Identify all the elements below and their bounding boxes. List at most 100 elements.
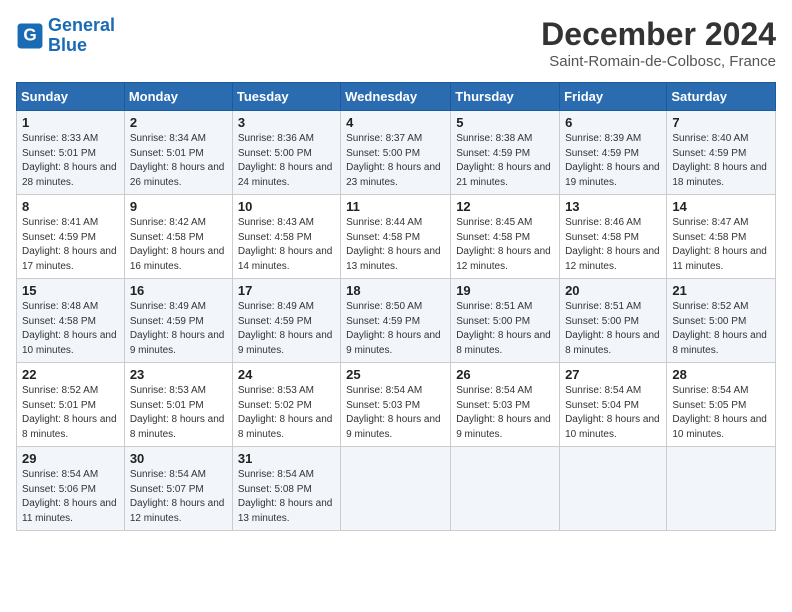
day-number: 31 (238, 451, 335, 466)
cell-details: Sunrise: 8:52 AMSunset: 5:00 PMDaylight:… (672, 300, 770, 358)
calendar-week-2: 8Sunrise: 8:41 AMSunset: 4:59 PMDaylight… (17, 195, 776, 279)
day-number: 25 (346, 367, 445, 382)
calendar-week-1: 1 Sunrise: 8:33 AMSunset: 5:01 PMDaylight… (17, 111, 776, 195)
cell-details: Sunrise: 8:36 AMSunset: 5:00 PMDaylight:… (238, 132, 335, 190)
calendar-cell: 23 Sunrise: 8:53 AMSunset: 5:01 PMDayligh… (124, 363, 232, 447)
calendar-week-4: 22 Sunrise: 8:52 AMSunset: 5:01 PMDayligh… (17, 363, 776, 447)
cell-details: Sunrise: 8:37 AMSunset: 5:00 PMDaylight:… (346, 132, 445, 190)
cell-details: Sunrise: 8:51 AMSunset: 5:00 PMDaylight:… (565, 300, 661, 358)
cell-details: Sunrise: 8:54 AMSunset: 5:05 PMDaylight:… (672, 384, 770, 442)
calendar-cell (667, 447, 776, 531)
calendar-cell: 30 Sunrise: 8:54 AMSunset: 5:07 PMDayligh… (124, 447, 232, 531)
column-header-wednesday: Wednesday (341, 83, 451, 111)
day-number: 9 (130, 199, 227, 214)
cell-details: Sunrise: 8:54 AMSunset: 5:04 PMDaylight:… (565, 384, 661, 442)
calendar-cell: 2 Sunrise: 8:34 AMSunset: 5:01 PMDaylight… (124, 111, 232, 195)
title-area: December 2024 Saint-Romain-de-Colbosc, F… (541, 16, 776, 70)
cell-details: Sunrise: 8:53 AMSunset: 5:02 PMDaylight:… (238, 384, 335, 442)
day-number: 29 (22, 451, 119, 466)
cell-details: Sunrise: 8:38 AMSunset: 4:59 PMDaylight:… (456, 132, 554, 190)
column-header-tuesday: Tuesday (232, 83, 340, 111)
day-number: 4 (346, 115, 445, 130)
cell-details: Sunrise: 8:34 AMSunset: 5:01 PMDaylight:… (130, 132, 227, 190)
calendar-cell: 8Sunrise: 8:41 AMSunset: 4:59 PMDaylight… (17, 195, 125, 279)
cell-details: Sunrise: 8:50 AMSunset: 4:59 PMDaylight:… (346, 300, 445, 358)
calendar-subtitle: Saint-Romain-de-Colbosc, France (541, 53, 776, 70)
cell-details: Sunrise: 8:54 AMSunset: 5:03 PMDaylight:… (346, 384, 445, 442)
calendar-body: 1 Sunrise: 8:33 AMSunset: 5:01 PMDaylight… (17, 111, 776, 531)
calendar-cell: 26 Sunrise: 8:54 AMSunset: 5:03 PMDayligh… (451, 363, 560, 447)
cell-details: Sunrise: 8:52 AMSunset: 5:01 PMDaylight:… (22, 384, 119, 442)
calendar-cell: 10 Sunrise: 8:43 AMSunset: 4:58 PMDayligh… (232, 195, 340, 279)
calendar-cell: 22 Sunrise: 8:52 AMSunset: 5:01 PMDayligh… (17, 363, 125, 447)
calendar-cell: 11 Sunrise: 8:44 AMSunset: 4:58 PMDayligh… (341, 195, 451, 279)
cell-details: Sunrise: 8:54 AMSunset: 5:06 PMDaylight:… (22, 468, 119, 526)
column-header-monday: Monday (124, 83, 232, 111)
calendar-cell (451, 447, 560, 531)
calendar-cell: 28 Sunrise: 8:54 AMSunset: 5:05 PMDayligh… (667, 363, 776, 447)
day-number: 23 (130, 367, 227, 382)
day-number: 17 (238, 283, 335, 298)
cell-details: Sunrise: 8:54 AMSunset: 5:08 PMDaylight:… (238, 468, 335, 526)
column-header-thursday: Thursday (451, 83, 560, 111)
cell-details: Sunrise: 8:33 AMSunset: 5:01 PMDaylight:… (22, 132, 119, 190)
cell-details: Sunrise: 8:49 AMSunset: 4:59 PMDaylight:… (130, 300, 227, 358)
day-number: 11 (346, 199, 445, 214)
cell-details: Sunrise: 8:45 AMSunset: 4:58 PMDaylight:… (456, 216, 554, 274)
day-number: 26 (456, 367, 554, 382)
cell-details: Sunrise: 8:54 AMSunset: 5:07 PMDaylight:… (130, 468, 227, 526)
cell-details: Sunrise: 8:40 AMSunset: 4:59 PMDaylight:… (672, 132, 770, 190)
calendar-cell: 24Sunrise: 8:53 AMSunset: 5:02 PMDayligh… (232, 363, 340, 447)
day-number: 20 (565, 283, 661, 298)
cell-details: Sunrise: 8:46 AMSunset: 4:58 PMDaylight:… (565, 216, 661, 274)
day-number: 27 (565, 367, 661, 382)
day-number: 16 (130, 283, 227, 298)
calendar-cell: 9Sunrise: 8:42 AMSunset: 4:58 PMDaylight… (124, 195, 232, 279)
calendar-cell: 7 Sunrise: 8:40 AMSunset: 4:59 PMDaylight… (667, 111, 776, 195)
calendar-cell: 17 Sunrise: 8:49 AMSunset: 4:59 PMDayligh… (232, 279, 340, 363)
calendar-cell: 6Sunrise: 8:39 AMSunset: 4:59 PMDaylight… (560, 111, 667, 195)
day-number: 19 (456, 283, 554, 298)
day-number: 7 (672, 115, 770, 130)
day-number: 30 (130, 451, 227, 466)
calendar-cell: 21Sunrise: 8:52 AMSunset: 5:00 PMDayligh… (667, 279, 776, 363)
day-number: 22 (22, 367, 119, 382)
day-number: 3 (238, 115, 335, 130)
day-number: 1 (22, 115, 119, 130)
day-number: 5 (456, 115, 554, 130)
column-header-sunday: Sunday (17, 83, 125, 111)
calendar-cell: 3 Sunrise: 8:36 AMSunset: 5:00 PMDaylight… (232, 111, 340, 195)
logo-text: General Blue (48, 16, 115, 56)
day-number: 28 (672, 367, 770, 382)
calendar-cell: 29 Sunrise: 8:54 AMSunset: 5:06 PMDayligh… (17, 447, 125, 531)
calendar-cell: 4 Sunrise: 8:37 AMSunset: 5:00 PMDaylight… (341, 111, 451, 195)
calendar-cell: 31 Sunrise: 8:54 AMSunset: 5:08 PMDayligh… (232, 447, 340, 531)
cell-details: Sunrise: 8:44 AMSunset: 4:58 PMDaylight:… (346, 216, 445, 274)
calendar-table: SundayMondayTuesdayWednesdayThursdayFrid… (16, 82, 776, 531)
day-number: 13 (565, 199, 661, 214)
calendar-cell: 5 Sunrise: 8:38 AMSunset: 4:59 PMDaylight… (451, 111, 560, 195)
day-number: 2 (130, 115, 227, 130)
calendar-week-3: 15 Sunrise: 8:48 AMSunset: 4:58 PMDayligh… (17, 279, 776, 363)
cell-details: Sunrise: 8:49 AMSunset: 4:59 PMDaylight:… (238, 300, 335, 358)
cell-details: Sunrise: 8:43 AMSunset: 4:58 PMDaylight:… (238, 216, 335, 274)
calendar-cell: 15 Sunrise: 8:48 AMSunset: 4:58 PMDayligh… (17, 279, 125, 363)
day-number: 8 (22, 199, 119, 214)
cell-details: Sunrise: 8:53 AMSunset: 5:01 PMDaylight:… (130, 384, 227, 442)
logo-icon: G (16, 22, 44, 50)
header: G General Blue December 2024 Saint-Romai… (16, 16, 776, 70)
day-number: 15 (22, 283, 119, 298)
day-number: 10 (238, 199, 335, 214)
calendar-cell: 12Sunrise: 8:45 AMSunset: 4:58 PMDayligh… (451, 195, 560, 279)
calendar-cell: 14Sunrise: 8:47 AMSunset: 4:58 PMDayligh… (667, 195, 776, 279)
calendar-title: December 2024 (541, 16, 776, 53)
calendar-cell (560, 447, 667, 531)
calendar-cell: 27 Sunrise: 8:54 AMSunset: 5:04 PMDayligh… (560, 363, 667, 447)
calendar-cell: 13 Sunrise: 8:46 AMSunset: 4:58 PMDayligh… (560, 195, 667, 279)
cell-details: Sunrise: 8:39 AMSunset: 4:59 PMDaylight:… (565, 132, 661, 190)
cell-details: Sunrise: 8:48 AMSunset: 4:58 PMDaylight:… (22, 300, 119, 358)
calendar-week-5: 29 Sunrise: 8:54 AMSunset: 5:06 PMDayligh… (17, 447, 776, 531)
logo: G General Blue (16, 16, 115, 56)
cell-details: Sunrise: 8:54 AMSunset: 5:03 PMDaylight:… (456, 384, 554, 442)
day-number: 18 (346, 283, 445, 298)
